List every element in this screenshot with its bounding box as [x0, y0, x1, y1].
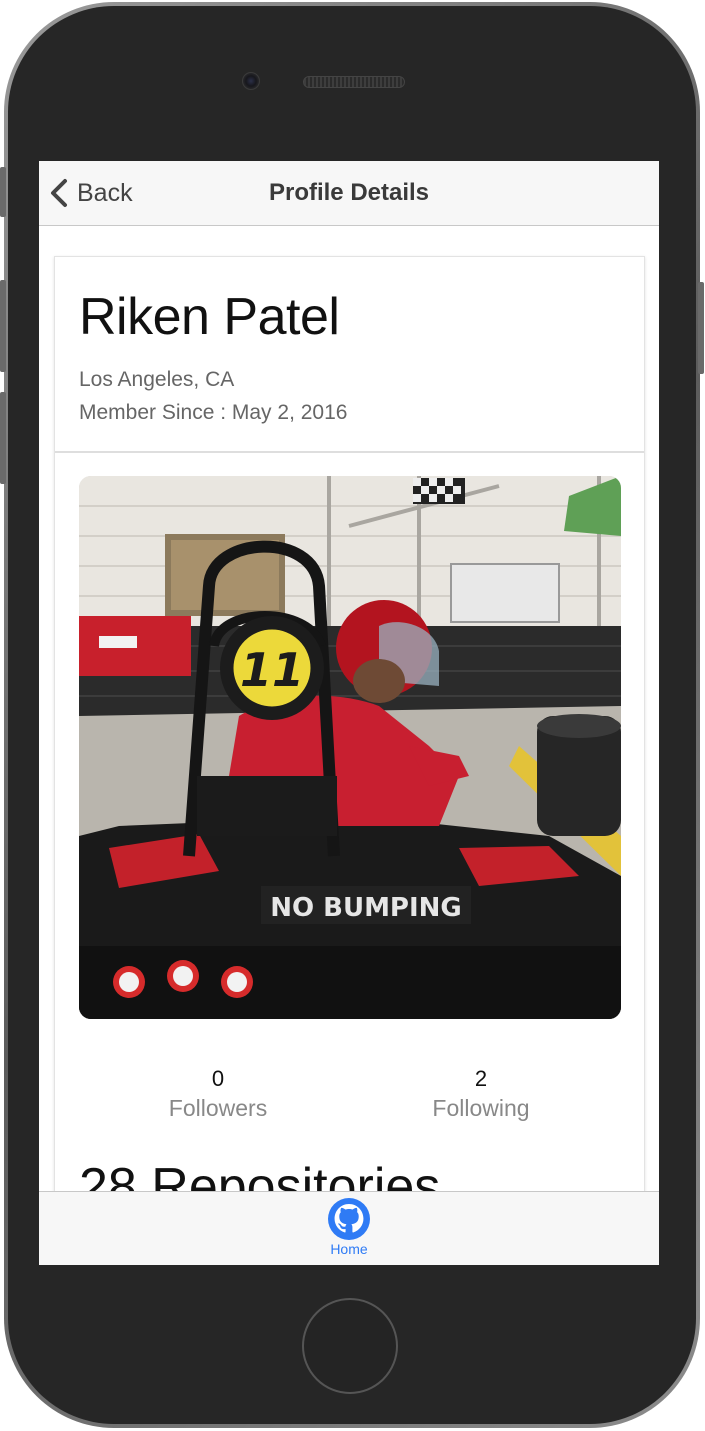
navigation-bar: Back Profile Details — [39, 161, 659, 226]
followers-count: 0 — [211, 1066, 225, 1091]
github-icon — [299, 1198, 399, 1240]
power-button — [698, 282, 704, 374]
profile-header: Riken Patel Los Angeles, CA Member Since… — [55, 257, 644, 453]
kart-bumper-text: NO BUMPING — [270, 893, 462, 923]
following-count: 2 — [474, 1066, 488, 1091]
following-label: Following — [432, 1095, 530, 1121]
tab-bar: Home — [39, 1191, 659, 1265]
home-button[interactable] — [302, 1298, 398, 1394]
repositories-heading[interactable]: 28 Repositories — [79, 1157, 440, 1192]
profile-name: Riken Patel — [79, 288, 340, 346]
app-screen: Back Profile Details Riken Patel Los Ang… — [39, 161, 659, 1265]
following-stat[interactable]: 2 Following — [381, 1065, 581, 1123]
followers-stat[interactable]: 0 Followers — [118, 1065, 318, 1123]
page-title: Profile Details — [268, 179, 430, 206]
scroll-content[interactable]: Riken Patel Los Angeles, CA Member Since… — [39, 226, 659, 1192]
followers-label: Followers — [168, 1095, 268, 1121]
profile-photo: NO BUMPING 11 — [79, 476, 621, 1019]
kart-number-text: 11 — [240, 643, 304, 697]
profile-location: Los Angeles, CA — [79, 368, 235, 391]
tab-home[interactable]: Home — [299, 1196, 399, 1262]
tab-home-label: Home — [330, 1241, 368, 1257]
profile-card: Riken Patel Los Angeles, CA Member Since… — [54, 256, 645, 1192]
earpiece-speaker — [303, 76, 405, 88]
front-camera — [242, 72, 260, 90]
volume-up-button — [0, 280, 6, 372]
profile-member-since: Member Since : May 2, 2016 — [79, 401, 348, 424]
mute-switch — [0, 167, 6, 217]
volume-down-button — [0, 392, 6, 484]
